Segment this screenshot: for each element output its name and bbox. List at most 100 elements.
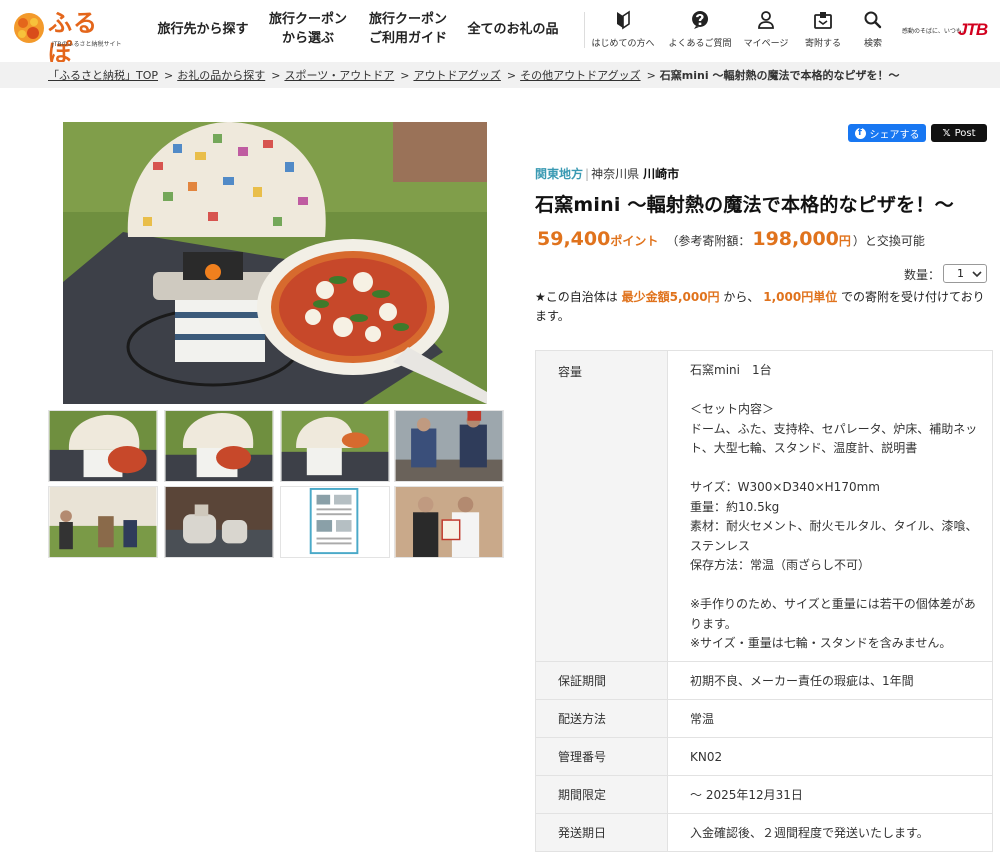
user-icon: [758, 11, 774, 29]
notice-unit: 1,000円単位: [763, 290, 838, 304]
notice-mid: から、: [723, 290, 760, 304]
jtb-logo: JTB: [958, 20, 988, 39]
thumbnail-4[interactable]: [394, 410, 504, 482]
search-label: 検索: [863, 39, 882, 49]
region-separator: |: [585, 167, 590, 181]
x-icon: 𝕏: [942, 127, 951, 139]
breadcrumb-top[interactable]: 「ふるさと納税」TOP: [48, 67, 158, 83]
thumbnail-8[interactable]: [394, 486, 504, 558]
site-header: ふるぽ JTBのふるさと納税サイト 旅行先から探す 旅行クーポン から選ぶ 旅行…: [0, 0, 1000, 67]
thumbnail-4-image: [395, 411, 503, 481]
jtb-brand[interactable]: 感動のそばに、いつも。 JTB: [902, 20, 992, 40]
breadcrumb: 「ふるさと納税」TOP > お礼の品から探す > スポーツ・アウトドア > アウ…: [0, 62, 1000, 88]
spec-row-shipping: 発送期日 入金確認後、２週間程度で発送いたします。: [536, 814, 992, 852]
reference-unit: 円: [838, 234, 851, 248]
spec-value: 石窯mini 1台 ＜セット内容＞ ドーム、ふた、支持枠、セパレータ、炉床、補助…: [690, 363, 978, 650]
beginner-mark-icon: [617, 10, 630, 30]
thumbnail-6-image: [165, 487, 273, 557]
thumbnail-3[interactable]: [280, 410, 390, 482]
breadcrumb-current: 石窯mini 〜輻射熱の魔法で本格的なピザを！〜: [659, 69, 900, 82]
region-link[interactable]: 関東地方: [535, 167, 583, 181]
breadcrumb-gifts[interactable]: お礼の品から探す: [177, 67, 265, 83]
furupo-logo[interactable]: ふるぽ JTBのふるさと納税サイト: [12, 8, 122, 67]
spec-value: 初期不良、メーカー責任の瑕疵は、1年間: [690, 674, 914, 688]
price-line: 59,400 ポイント （参考寄附額： 198,000 円 ）と交換可能: [537, 228, 925, 250]
thumbnail-5-image: [49, 487, 157, 557]
thumbnail-1[interactable]: [48, 410, 158, 482]
thumbnail-8-image: [395, 487, 503, 557]
breadcrumb-separator: >: [506, 68, 517, 82]
product-region: 関東地方 | 神奈川県 川崎市: [535, 165, 679, 182]
thumbnail-2[interactable]: [164, 410, 274, 482]
thumbnail-5[interactable]: [48, 486, 158, 558]
spec-value: KN02: [690, 749, 723, 764]
spec-row-period: 期間限定 〜 2025年12月31日: [536, 776, 992, 814]
nav-search-destination[interactable]: 旅行先から探す: [152, 0, 254, 58]
chevron-down-icon: [972, 271, 982, 278]
spec-key: 容量: [536, 351, 668, 661]
quantity-select[interactable]: 1: [943, 264, 987, 283]
spec-value: 入金確認後、２週間程度で発送いたします。: [690, 826, 929, 840]
thumbnail-6[interactable]: [164, 486, 274, 558]
notice-prefix: ★この自治体は: [535, 290, 618, 304]
spec-key: 保証期間: [536, 662, 668, 699]
x-post-label: Post: [954, 127, 976, 139]
search-icon: [864, 11, 882, 29]
logo-text: ふるぽ: [48, 9, 98, 67]
reference-amount: 198,000: [752, 228, 839, 250]
nav-coupon-guide[interactable]: 旅行クーポン ご利用ガイド: [362, 0, 454, 58]
facebook-icon: f: [854, 127, 866, 139]
beginner-label: はじめての方へ: [591, 39, 655, 49]
logo-subtitle: JTBのふるさと納税サイト: [52, 41, 122, 48]
donate-box-icon: [814, 12, 832, 29]
points-value: 59,400: [537, 228, 611, 250]
nav-travel-coupon[interactable]: 旅行クーポン から選ぶ: [262, 0, 354, 58]
breadcrumb-other-outdoor[interactable]: その他アウトドアグッズ: [520, 67, 640, 83]
header-divider: [584, 12, 585, 48]
spec-row-warranty: 保証期間 初期不良、メーカー責任の瑕疵は、1年間: [536, 662, 992, 700]
thumbnail-7[interactable]: [280, 486, 390, 558]
breadcrumb-outdoor[interactable]: アウトドアグッズ: [413, 67, 500, 83]
thumbnail-2-image: [165, 411, 273, 481]
points-unit: ポイント: [610, 234, 659, 248]
search-link[interactable]: 検索: [838, 10, 908, 54]
reference-tail: ）と交換可能: [852, 234, 925, 248]
reference-label: （参考寄附額：: [666, 234, 751, 248]
breadcrumb-sports[interactable]: スポーツ・アウトドア: [284, 67, 394, 83]
spec-value: 常温: [690, 712, 715, 726]
spec-key: 配送方法: [536, 700, 668, 737]
quantity-value: 1: [957, 267, 964, 280]
spec-key: 管理番号: [536, 738, 668, 775]
facebook-share-label: シェアする: [869, 129, 920, 141]
thumbnail-1-image: [49, 411, 157, 481]
donation-notice: ★この自治体は 最少金額5,000円 から、 1,000円単位 での寄附を受け付…: [535, 288, 990, 326]
facebook-share-button[interactable]: f シェアする: [848, 124, 926, 142]
breadcrumb-separator: >: [164, 68, 174, 82]
breadcrumb-separator: >: [646, 68, 656, 82]
spec-key: 発送期日: [536, 814, 668, 851]
quantity-label: 数量：: [904, 268, 941, 282]
spec-row-code: 管理番号 KN02: [536, 738, 992, 776]
x-post-button[interactable]: 𝕏 Post: [931, 124, 987, 142]
thumbnail-3-image: [281, 411, 389, 481]
beginner-link[interactable]: はじめての方へ: [588, 10, 658, 54]
product-title: 石窯mini 〜輻射熱の魔法で本格的なピザを！〜: [535, 194, 954, 216]
notice-minimum: 最少金額5,000円: [621, 290, 720, 304]
question-icon: [692, 11, 709, 29]
spec-row-delivery: 配送方法 常温: [536, 700, 992, 738]
breadcrumb-separator: >: [271, 68, 281, 82]
spec-value: 〜 2025年12月31日: [690, 788, 803, 802]
spec-table: 容量 石窯mini 1台 ＜セット内容＞ ドーム、ふた、支持枠、セパレータ、炉床…: [535, 350, 993, 852]
faq-label: よくあるご質問: [668, 39, 732, 49]
breadcrumb-separator: >: [400, 68, 410, 82]
spec-key: 期間限定: [536, 776, 668, 813]
city-link[interactable]: 川崎市: [643, 167, 679, 181]
spec-row-capacity: 容量 石窯mini 1台 ＜セット内容＞ ドーム、ふた、支持枠、セパレータ、炉床…: [536, 351, 992, 662]
thumbnail-7-image: [281, 487, 389, 557]
nav-all-gifts[interactable]: 全てのお礼の品: [462, 0, 564, 58]
faq-link[interactable]: よくあるご質問: [665, 10, 735, 54]
main-product-photo: [63, 122, 487, 404]
logo-mark-icon: [14, 13, 44, 43]
prefecture-link[interactable]: 神奈川県: [591, 167, 639, 181]
oven-photo: [63, 122, 487, 404]
